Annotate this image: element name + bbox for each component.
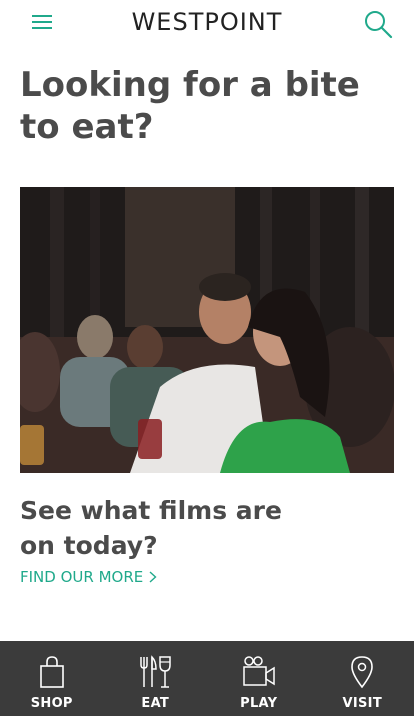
- promo-image[interactable]: [20, 187, 394, 473]
- nav-item-eat[interactable]: EAT: [104, 641, 208, 716]
- nav-label-play: PLAY: [240, 696, 278, 711]
- search-button[interactable]: [362, 8, 394, 40]
- hamburger-menu-icon: [32, 15, 52, 29]
- cutlery-wine-icon: [140, 655, 171, 688]
- nav-item-play[interactable]: PLAY: [207, 641, 311, 716]
- promo-heading: See what films are on today?: [20, 496, 282, 560]
- location-pin-icon: [351, 656, 374, 689]
- bottom-navigation: SHOP EAT PLAY VISIT: [0, 641, 414, 716]
- find-out-more-label: FIND OUR MORE: [20, 568, 144, 586]
- nav-item-visit[interactable]: VISIT: [311, 641, 414, 716]
- menu-button[interactable]: [30, 12, 54, 32]
- chevron-right-icon: [149, 571, 157, 583]
- nav-label-visit: VISIT: [342, 696, 382, 711]
- search-icon: [365, 11, 393, 39]
- app-header: WESTPOINT: [0, 0, 414, 44]
- nav-label-eat: EAT: [141, 696, 170, 711]
- find-out-more-link[interactable]: FIND OUR MORE: [20, 568, 157, 586]
- shopping-bag-icon: [39, 656, 64, 688]
- cinema-photo: [20, 187, 394, 473]
- page-title: Looking for a bite to eat?: [20, 65, 360, 147]
- nav-label-shop: SHOP: [30, 696, 73, 711]
- video-camera-icon: [243, 656, 275, 686]
- brand-logo[interactable]: WESTPOINT: [0, 8, 414, 36]
- nav-item-shop[interactable]: SHOP: [0, 641, 104, 716]
